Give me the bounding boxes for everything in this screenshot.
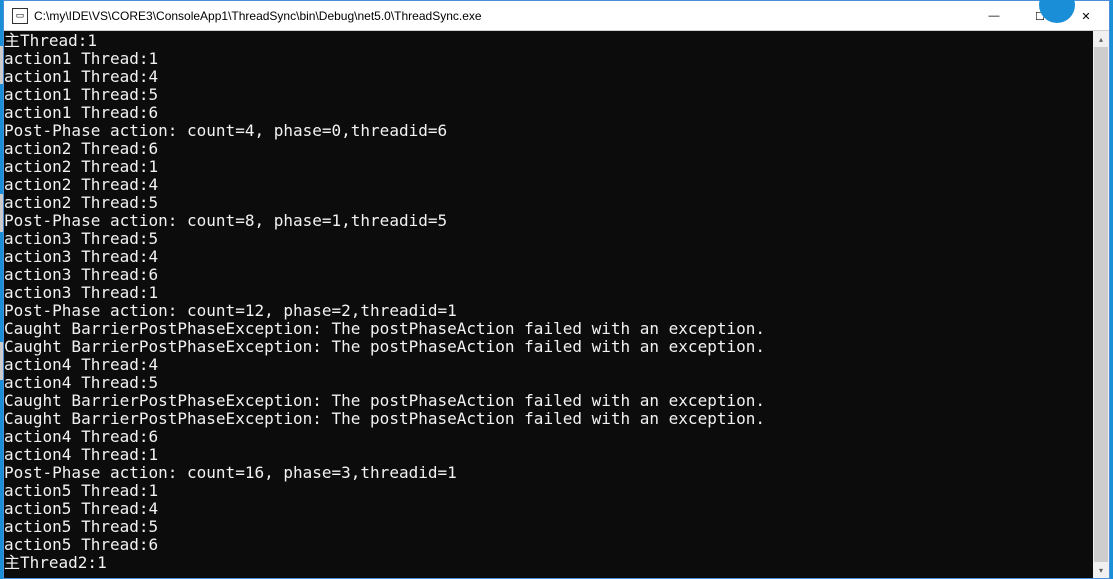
minimize-button[interactable]: — (971, 1, 1017, 31)
console-line: action4 Thread:1 (4, 446, 1093, 464)
console-line: action5 Thread:4 (4, 500, 1093, 518)
minimize-icon: — (989, 10, 1000, 22)
console-line: action1 Thread:6 (4, 104, 1093, 122)
console-line: action1 Thread:4 (4, 68, 1093, 86)
console-line: action3 Thread:5 (4, 230, 1093, 248)
console-line: action2 Thread:5 (4, 194, 1093, 212)
app-icon: ▭ (12, 8, 28, 24)
console-line: Caught BarrierPostPhaseException: The po… (4, 320, 1093, 338)
console-line: Post-Phase action: count=4, phase=0,thre… (4, 122, 1093, 140)
scroll-up-button[interactable]: ▴ (1093, 31, 1109, 47)
scroll-track[interactable] (1093, 47, 1109, 562)
console-line: action2 Thread:4 (4, 176, 1093, 194)
console-line: Caught BarrierPostPhaseException: The po… (4, 410, 1093, 428)
console-line: Post-Phase action: count=16, phase=3,thr… (4, 464, 1093, 482)
console-line: action3 Thread:4 (4, 248, 1093, 266)
console-line: action4 Thread:6 (4, 428, 1093, 446)
console-output[interactable]: 主Thread:1action1 Thread:1action1 Thread:… (4, 31, 1093, 578)
console-line: action1 Thread:1 (4, 50, 1093, 68)
console-line: action1 Thread:5 (4, 86, 1093, 104)
close-icon: ✕ (1081, 10, 1090, 23)
console-line: 主Thread:1 (4, 32, 1093, 50)
console-line: action2 Thread:1 (4, 158, 1093, 176)
window-titlebar[interactable]: ▭ C:\my\IDE\VS\CORE3\ConsoleApp1\ThreadS… (4, 1, 1109, 31)
console-client-area: 主Thread:1action1 Thread:1action1 Thread:… (4, 31, 1109, 578)
console-line: 主Thread2:1 (4, 554, 1093, 572)
console-line: action5 Thread:6 (4, 536, 1093, 554)
console-line: action4 Thread:5 (4, 374, 1093, 392)
console-line: Caught BarrierPostPhaseException: The po… (4, 392, 1093, 410)
console-line: Post-Phase action: count=12, phase=2,thr… (4, 302, 1093, 320)
app-icon-glyph: ▭ (16, 10, 25, 21)
scroll-down-button[interactable]: ▾ (1093, 562, 1109, 578)
console-line: Post-Phase action: count=8, phase=1,thre… (4, 212, 1093, 230)
chevron-down-icon: ▾ (1099, 566, 1103, 575)
vertical-scrollbar[interactable]: ▴ ▾ (1093, 31, 1109, 578)
console-line: action5 Thread:5 (4, 518, 1093, 536)
console-line: action5 Thread:1 (4, 482, 1093, 500)
chevron-up-icon: ▴ (1099, 35, 1103, 44)
console-line: Caught BarrierPostPhaseException: The po… (4, 338, 1093, 356)
console-window: ▭ C:\my\IDE\VS\CORE3\ConsoleApp1\ThreadS… (3, 0, 1110, 579)
console-line: action3 Thread:1 (4, 284, 1093, 302)
console-line: action2 Thread:6 (4, 140, 1093, 158)
console-line: action4 Thread:4 (4, 356, 1093, 374)
scroll-thumb[interactable] (1094, 47, 1108, 562)
window-title: C:\my\IDE\VS\CORE3\ConsoleApp1\ThreadSyn… (34, 9, 971, 23)
console-line: action3 Thread:6 (4, 266, 1093, 284)
